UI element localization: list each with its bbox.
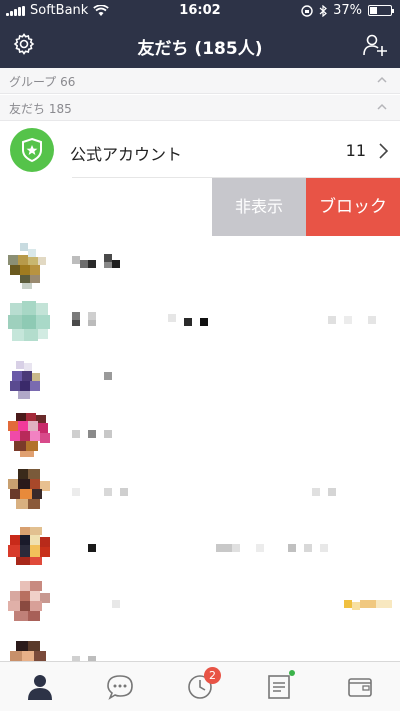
avatar [6, 409, 56, 459]
news-icon[interactable] [264, 672, 294, 702]
avatar [6, 353, 56, 403]
battery-percent: 37% [333, 3, 362, 18]
nav-bar: 友だち (185人) [0, 22, 400, 68]
status-right: 37% [301, 3, 394, 18]
official-account-count: 11 [345, 141, 366, 160]
rotation-lock-icon [301, 4, 313, 17]
battery-icon [368, 5, 394, 16]
section-groups[interactable]: グループ 66 [0, 68, 400, 94]
top-bar: SoftBank 16:02 37% 友だち (185人) [0, 0, 400, 68]
person-icon[interactable] [25, 672, 55, 702]
status-bar: SoftBank 16:02 37% [0, 0, 400, 22]
add-friend-icon[interactable] [362, 32, 388, 58]
avatar [6, 241, 56, 291]
list-item[interactable] [0, 628, 400, 661]
new-content-dot [289, 670, 295, 676]
official-account-avatar [10, 128, 54, 172]
list-item[interactable] [0, 404, 400, 462]
notification-badge: 2 [204, 667, 221, 684]
avatar [6, 577, 56, 627]
bluetooth-icon [319, 4, 328, 17]
hide-button[interactable]: 非表示 [212, 178, 306, 236]
block-button[interactable]: ブロック [306, 178, 400, 236]
list-item[interactable] [0, 236, 400, 294]
swiped-friend-row[interactable]: 非表示 ブロック [0, 178, 400, 236]
official-account-label: 公式アカウント [70, 145, 183, 164]
section-friends-label: 友だち 185 [9, 102, 72, 116]
avatar [6, 633, 56, 661]
list-item[interactable] [0, 516, 400, 574]
chevron-up-icon [377, 76, 387, 83]
avatar [6, 297, 56, 347]
list-item[interactable] [0, 348, 400, 406]
tab-bar: 2 [0, 661, 400, 711]
avatar [6, 465, 56, 515]
list-item[interactable] [0, 572, 400, 630]
page-title: 友だち (185人) [137, 39, 263, 59]
wallet-icon[interactable] [345, 672, 375, 702]
list-item[interactable] [0, 292, 400, 350]
section-friends[interactable]: 友だち 185 [0, 95, 400, 121]
chevron-right-icon [379, 143, 389, 159]
chevron-up-icon [377, 103, 387, 110]
avatar [6, 521, 56, 571]
shield-star-icon [22, 137, 42, 163]
list-item[interactable] [0, 460, 400, 518]
section-groups-label: グループ 66 [9, 75, 76, 89]
official-account-row[interactable]: 公式アカウント 11 [0, 122, 400, 178]
chat-bubble-icon[interactable] [105, 672, 135, 702]
